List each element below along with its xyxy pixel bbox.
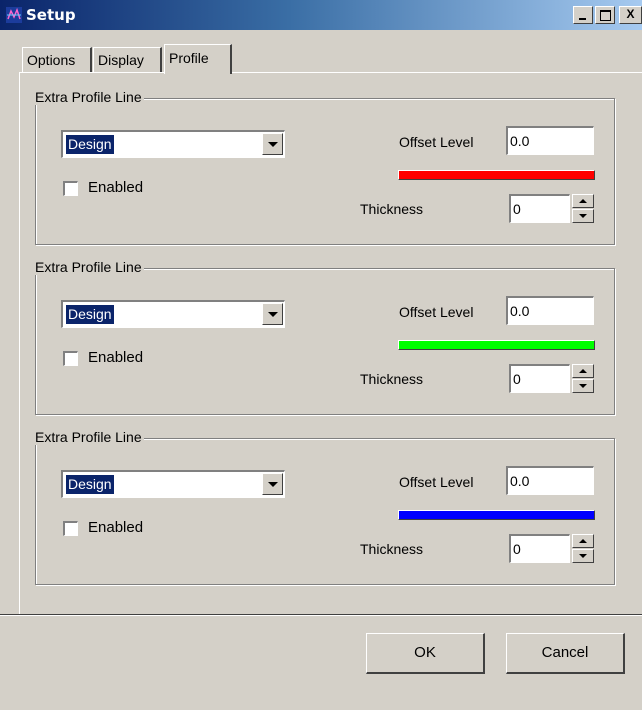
offset-level-input[interactable]: [506, 126, 594, 155]
profile-type-dropdown[interactable]: Design: [61, 300, 285, 328]
thickness-label: Thickness: [360, 541, 424, 557]
extra-profile-line-group-2: Extra Profile Line Design Enabled Offset…: [35, 259, 615, 415]
tab-options[interactable]: Options: [22, 47, 92, 72]
spin-down-icon[interactable]: [572, 379, 594, 393]
chevron-down-icon[interactable]: [262, 473, 283, 495]
button-area-divider: [0, 614, 642, 616]
setup-window: Setup X Options Display Profile Extra Pr…: [0, 0, 642, 710]
thickness-label: Thickness: [360, 201, 424, 217]
tab-profile[interactable]: Profile: [164, 44, 232, 74]
thickness-spinner[interactable]: [572, 364, 594, 393]
offset-level-input[interactable]: [506, 296, 594, 325]
thickness-spinner[interactable]: [572, 194, 594, 223]
close-icon: X: [626, 7, 635, 21]
enabled-label[interactable]: Enabled: [88, 349, 143, 366]
thickness-input[interactable]: [509, 534, 570, 563]
app-icon: [6, 7, 22, 23]
dropdown-selected-value: Design: [66, 135, 114, 154]
chevron-down-icon[interactable]: [262, 133, 283, 155]
dropdown-selected-value: Design: [66, 475, 114, 494]
spin-down-icon[interactable]: [572, 549, 594, 563]
enabled-checkbox[interactable]: [63, 351, 78, 366]
dropdown-selected-value: Design: [66, 305, 114, 324]
ok-button[interactable]: OK: [366, 633, 485, 674]
cancel-button[interactable]: Cancel: [506, 633, 625, 674]
maximize-button[interactable]: [595, 6, 615, 24]
enabled-checkbox[interactable]: [63, 181, 78, 196]
spin-up-icon[interactable]: [572, 534, 594, 548]
line-color-swatch[interactable]: [398, 170, 595, 180]
thickness-input[interactable]: [509, 194, 570, 223]
group-legend: Extra Profile Line: [35, 89, 144, 105]
thickness-spinner[interactable]: [572, 534, 594, 563]
enabled-label[interactable]: Enabled: [88, 179, 143, 196]
offset-level-input[interactable]: [506, 466, 594, 495]
group-legend: Extra Profile Line: [35, 429, 144, 445]
spin-down-icon[interactable]: [572, 209, 594, 223]
minimize-icon: [579, 18, 586, 20]
profile-type-dropdown[interactable]: Design: [61, 470, 285, 498]
line-color-swatch[interactable]: [398, 340, 595, 350]
window-title: Setup: [26, 6, 76, 24]
spin-up-icon[interactable]: [572, 364, 594, 378]
tab-display[interactable]: Display: [93, 47, 162, 72]
thickness-label: Thickness: [360, 371, 424, 387]
thickness-input[interactable]: [509, 364, 570, 393]
extra-profile-line-group-1: Extra Profile Line Design Enabled Offset…: [35, 89, 615, 245]
close-button[interactable]: X: [619, 6, 642, 24]
offset-level-label: Offset Level: [399, 474, 474, 490]
minimize-button[interactable]: [573, 6, 593, 24]
offset-level-label: Offset Level: [399, 134, 474, 150]
spin-up-icon[interactable]: [572, 194, 594, 208]
title-bar[interactable]: Setup X: [0, 0, 642, 30]
offset-level-label: Offset Level: [399, 304, 474, 320]
profile-type-dropdown[interactable]: Design: [61, 130, 285, 158]
enabled-label[interactable]: Enabled: [88, 519, 143, 536]
extra-profile-line-group-3: Extra Profile Line Design Enabled Offset…: [35, 429, 615, 585]
maximize-icon: [600, 10, 611, 21]
chevron-down-icon[interactable]: [262, 303, 283, 325]
group-legend: Extra Profile Line: [35, 259, 144, 275]
enabled-checkbox[interactable]: [63, 521, 78, 536]
line-color-swatch[interactable]: [398, 510, 595, 520]
